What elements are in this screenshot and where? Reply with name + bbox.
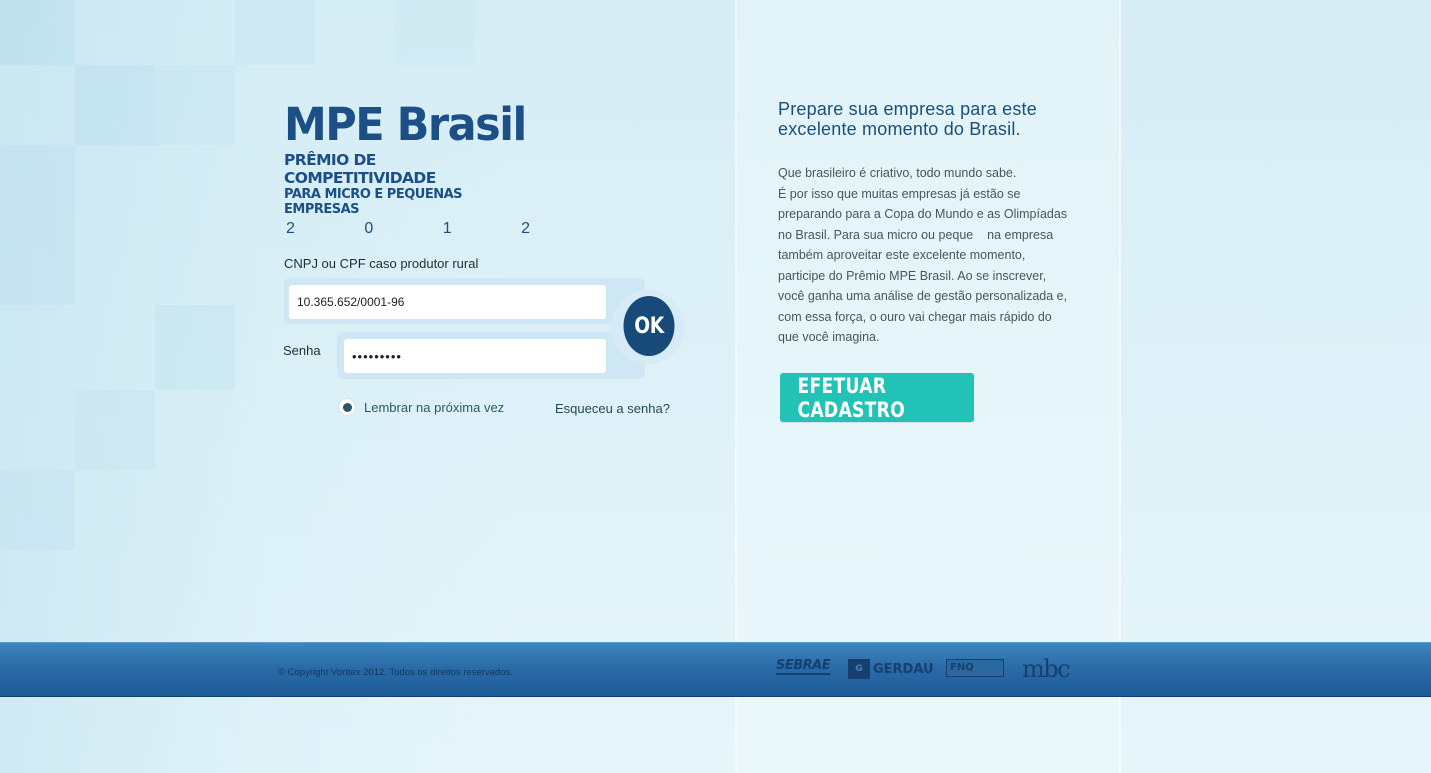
promo-body: Que brasileiro é criativo, todo mundo sa…	[778, 163, 1088, 348]
footer: © Copyright Vorttex 2012. Todos os direi…	[0, 642, 1431, 697]
promo-body-line: no Brasil. Para sua micro ou peque na em…	[778, 227, 1054, 242]
radio-selected-dot	[342, 402, 352, 412]
background-tile	[75, 390, 155, 470]
remember-me-radio[interactable]	[339, 399, 355, 415]
remember-me-label: Lembrar na próxima vez	[364, 399, 505, 415]
background-tile	[155, 305, 235, 390]
promo-body-line: você ganha uma análise de gestão persona…	[778, 289, 1068, 303]
promo-body-line: participe do Prêmio MPE Brasil. Ao se in…	[778, 268, 1047, 283]
gerdau-wordmark: GERDAU	[873, 661, 934, 677]
promo-body-line: preparando para a Copa do Mundo e as Oli…	[778, 207, 1068, 221]
promo-headline: Prepare sua empresa para este excelente …	[778, 99, 1037, 139]
logo-year-digit: 2	[286, 220, 295, 237]
copyright-text: © Copyright Vorttex 2012. Todos os direi…	[278, 667, 513, 678]
fnq-logo: FNQ	[946, 659, 1004, 677]
cnpj-input[interactable]	[289, 285, 606, 319]
promo-body-line: que você imagina.	[778, 330, 880, 344]
background-tile	[75, 65, 155, 145]
cnpj-label: CNPJ ou CPF caso produtor rural	[284, 256, 479, 271]
password-input[interactable]	[344, 339, 606, 373]
logo-subtitle: PARA MICRO E PEQUENAS EMPRESAS	[284, 187, 463, 217]
logo-year-digit: 2	[521, 220, 530, 237]
efetuar-cadastro-button[interactable]: EFETUAR CADASTRO	[780, 373, 974, 422]
mbc-logo: mbc	[1022, 655, 1071, 683]
promo-body-line: com essa força, o ouro vai chegar mais r…	[778, 309, 1052, 324]
sebrae-logo: SEBRAE	[776, 658, 831, 675]
password-label: Senha	[283, 343, 321, 358]
gerdau-mark: G	[848, 659, 870, 679]
logo-subtitle: PRÊMIO DE COMPETITIVIDADE	[284, 151, 436, 187]
logo-title: MPE Brasil	[284, 98, 527, 152]
logo-year-digit: 1	[442, 220, 452, 237]
promo-body-line: Que brasileiro é criativo, todo mundo sa…	[778, 166, 1017, 180]
logo-year: 2 0 1 2	[284, 220, 532, 238]
background-tile	[155, 65, 235, 145]
promo-body-line: É por isso que muitas empresas já estão …	[778, 186, 1021, 201]
background-tile	[395, 0, 475, 65]
efetuar-cadastro-label: EFETUAR CADASTRO	[797, 373, 906, 422]
logo-year-digit: 0	[364, 220, 374, 237]
ok-button[interactable]: OK	[623, 296, 675, 356]
background-tile	[0, 0, 75, 65]
mpe-brasil-logo: MPE Brasil PRÊMIO DE COMPETITIVIDADE PAR…	[284, 102, 532, 238]
background-tile	[235, 0, 315, 65]
gerdau-logo: G GERDAU	[848, 659, 934, 679]
background-tile	[0, 145, 75, 305]
promo-body-line: também aproveitar este excelente momento…	[778, 248, 1026, 262]
forgot-password-link[interactable]: Esqueceu a senha?	[555, 401, 670, 416]
remember-me-option[interactable]: Lembrar na próxima vez	[339, 399, 504, 415]
background-tile	[0, 470, 75, 550]
